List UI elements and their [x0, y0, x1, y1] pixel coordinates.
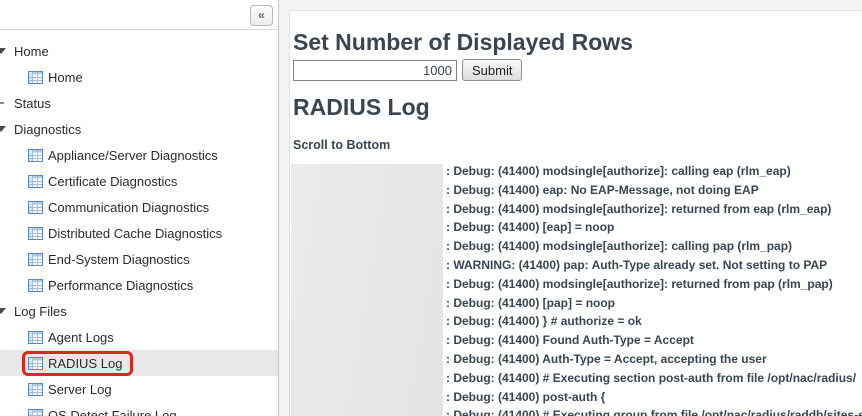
log-line: : Debug: (41400) # Executing section pos…	[290, 369, 862, 388]
log-line: : WARNING: (41400) pap: Auth-Type alread…	[290, 256, 862, 275]
log-line: : Debug: (41400) Found Auth-Type = Accep…	[290, 331, 862, 350]
tree-label: End-System Diagnostics	[48, 252, 190, 267]
tree-label: Performance Diagnostics	[48, 278, 193, 293]
tree-label: Certificate Diagnostics	[48, 174, 177, 189]
tree-item-home[interactable]: Home	[0, 64, 278, 90]
navigation-tree: Home Home Status Diagnostics	[0, 30, 278, 416]
tree-section-log-files[interactable]: Log Files	[0, 298, 278, 324]
expand-toggle-icon[interactable]	[0, 48, 6, 54]
page-title-set-rows: Set Number of Displayed Rows	[293, 29, 633, 56]
tree-label: Home	[48, 70, 83, 85]
tree-section-status[interactable]: Status	[0, 90, 278, 116]
tree-label: Log Files	[14, 304, 67, 319]
tree-label: Appliance/Server Diagnostics	[48, 148, 218, 163]
log-line: : Debug: (41400) [pap] = noop	[290, 294, 862, 313]
tree-item-server-log[interactable]: Server Log	[0, 376, 278, 402]
annotation-red-box: RADIUS Log	[22, 351, 133, 376]
table-icon	[28, 201, 43, 214]
log-line: : Debug: (41400) post-auth {	[290, 388, 862, 407]
tree-label: Diagnostics	[14, 122, 81, 137]
tree-item-appliance-server-diagnostics[interactable]: Appliance/Server Diagnostics	[0, 142, 278, 168]
expand-toggle-icon[interactable]	[0, 102, 4, 104]
tree-item-communication-diagnostics[interactable]: Communication Diagnostics	[0, 194, 278, 220]
tree-label: OS Detect Failure Log	[48, 408, 177, 416]
table-icon	[28, 357, 43, 370]
tree-label: RADIUS Log	[48, 356, 122, 371]
app-window: « Home Home Status	[0, 0, 862, 416]
tree-label: Agent Logs	[48, 330, 114, 345]
log-line: : Debug: (41400) } # authorize = ok	[290, 312, 862, 331]
submit-button[interactable]: Submit	[462, 59, 522, 81]
table-icon	[28, 331, 43, 344]
page-title-radius-log: RADIUS Log	[293, 94, 430, 121]
table-icon	[28, 227, 43, 240]
expand-toggle-icon[interactable]	[0, 126, 6, 132]
log-line: : Debug: (41400) modsingle[authorize]: c…	[290, 237, 862, 256]
tree-section-home[interactable]: Home	[0, 38, 278, 64]
tree-item-performance-diagnostics[interactable]: Performance Diagnostics	[0, 272, 278, 298]
tree-item-distributed-cache-diagnostics[interactable]: Distributed Cache Diagnostics	[0, 220, 278, 246]
log-line: : Debug: (41400) Auth-Type = Accept, acc…	[290, 350, 862, 369]
tree-label: Server Log	[48, 382, 112, 397]
table-icon	[28, 279, 43, 292]
table-icon	[28, 149, 43, 162]
table-icon	[28, 409, 43, 416]
tree-label: Distributed Cache Diagnostics	[48, 226, 222, 241]
tree-item-os-detect-failure-log[interactable]: OS Detect Failure Log	[0, 402, 278, 416]
tree-item-certificate-diagnostics[interactable]: Certificate Diagnostics	[0, 168, 278, 194]
tree-item-radius-log[interactable]: RADIUS Log	[0, 350, 278, 376]
table-icon	[28, 175, 43, 188]
expand-toggle-icon[interactable]	[0, 308, 6, 314]
tree-label: Status	[14, 96, 51, 111]
tree-item-end-system-diagnostics[interactable]: End-System Diagnostics	[0, 246, 278, 272]
log-line: : Debug: (41400) modsingle[authorize]: r…	[290, 200, 862, 219]
log-line: : Debug: (41400) eap: No EAP-Message, no…	[290, 181, 862, 200]
displayed-rows-input[interactable]	[293, 60, 457, 81]
table-icon	[28, 253, 43, 266]
tree-item-agent-logs[interactable]: Agent Logs	[0, 324, 278, 350]
scroll-to-bottom-link[interactable]: Scroll to Bottom	[293, 138, 390, 152]
main-content-panel: Set Number of Displayed Rows Submit RADI…	[289, 10, 862, 416]
log-line-partial: : Debug: (41400) # Executing group from …	[290, 406, 862, 416]
tree-label: Communication Diagnostics	[48, 200, 209, 215]
tree-section-diagnostics[interactable]: Diagnostics	[0, 116, 278, 142]
table-icon	[28, 383, 43, 396]
sidebar-collapse-button[interactable]: «	[250, 5, 273, 26]
log-line: : Debug: (41400) [eap] = noop	[290, 218, 862, 237]
table-icon	[28, 71, 43, 84]
navigation-sidebar: « Home Home Status	[0, 0, 279, 416]
log-output: : Debug: (41400) modsingle[authorize]: c…	[290, 162, 862, 416]
log-line: : Debug: (41400) modsingle[authorize]: c…	[290, 162, 862, 181]
sidebar-header: «	[0, 0, 278, 30]
tree-label: Home	[14, 44, 49, 59]
log-line: : Debug: (41400) modsingle[authorize]: r…	[290, 275, 862, 294]
